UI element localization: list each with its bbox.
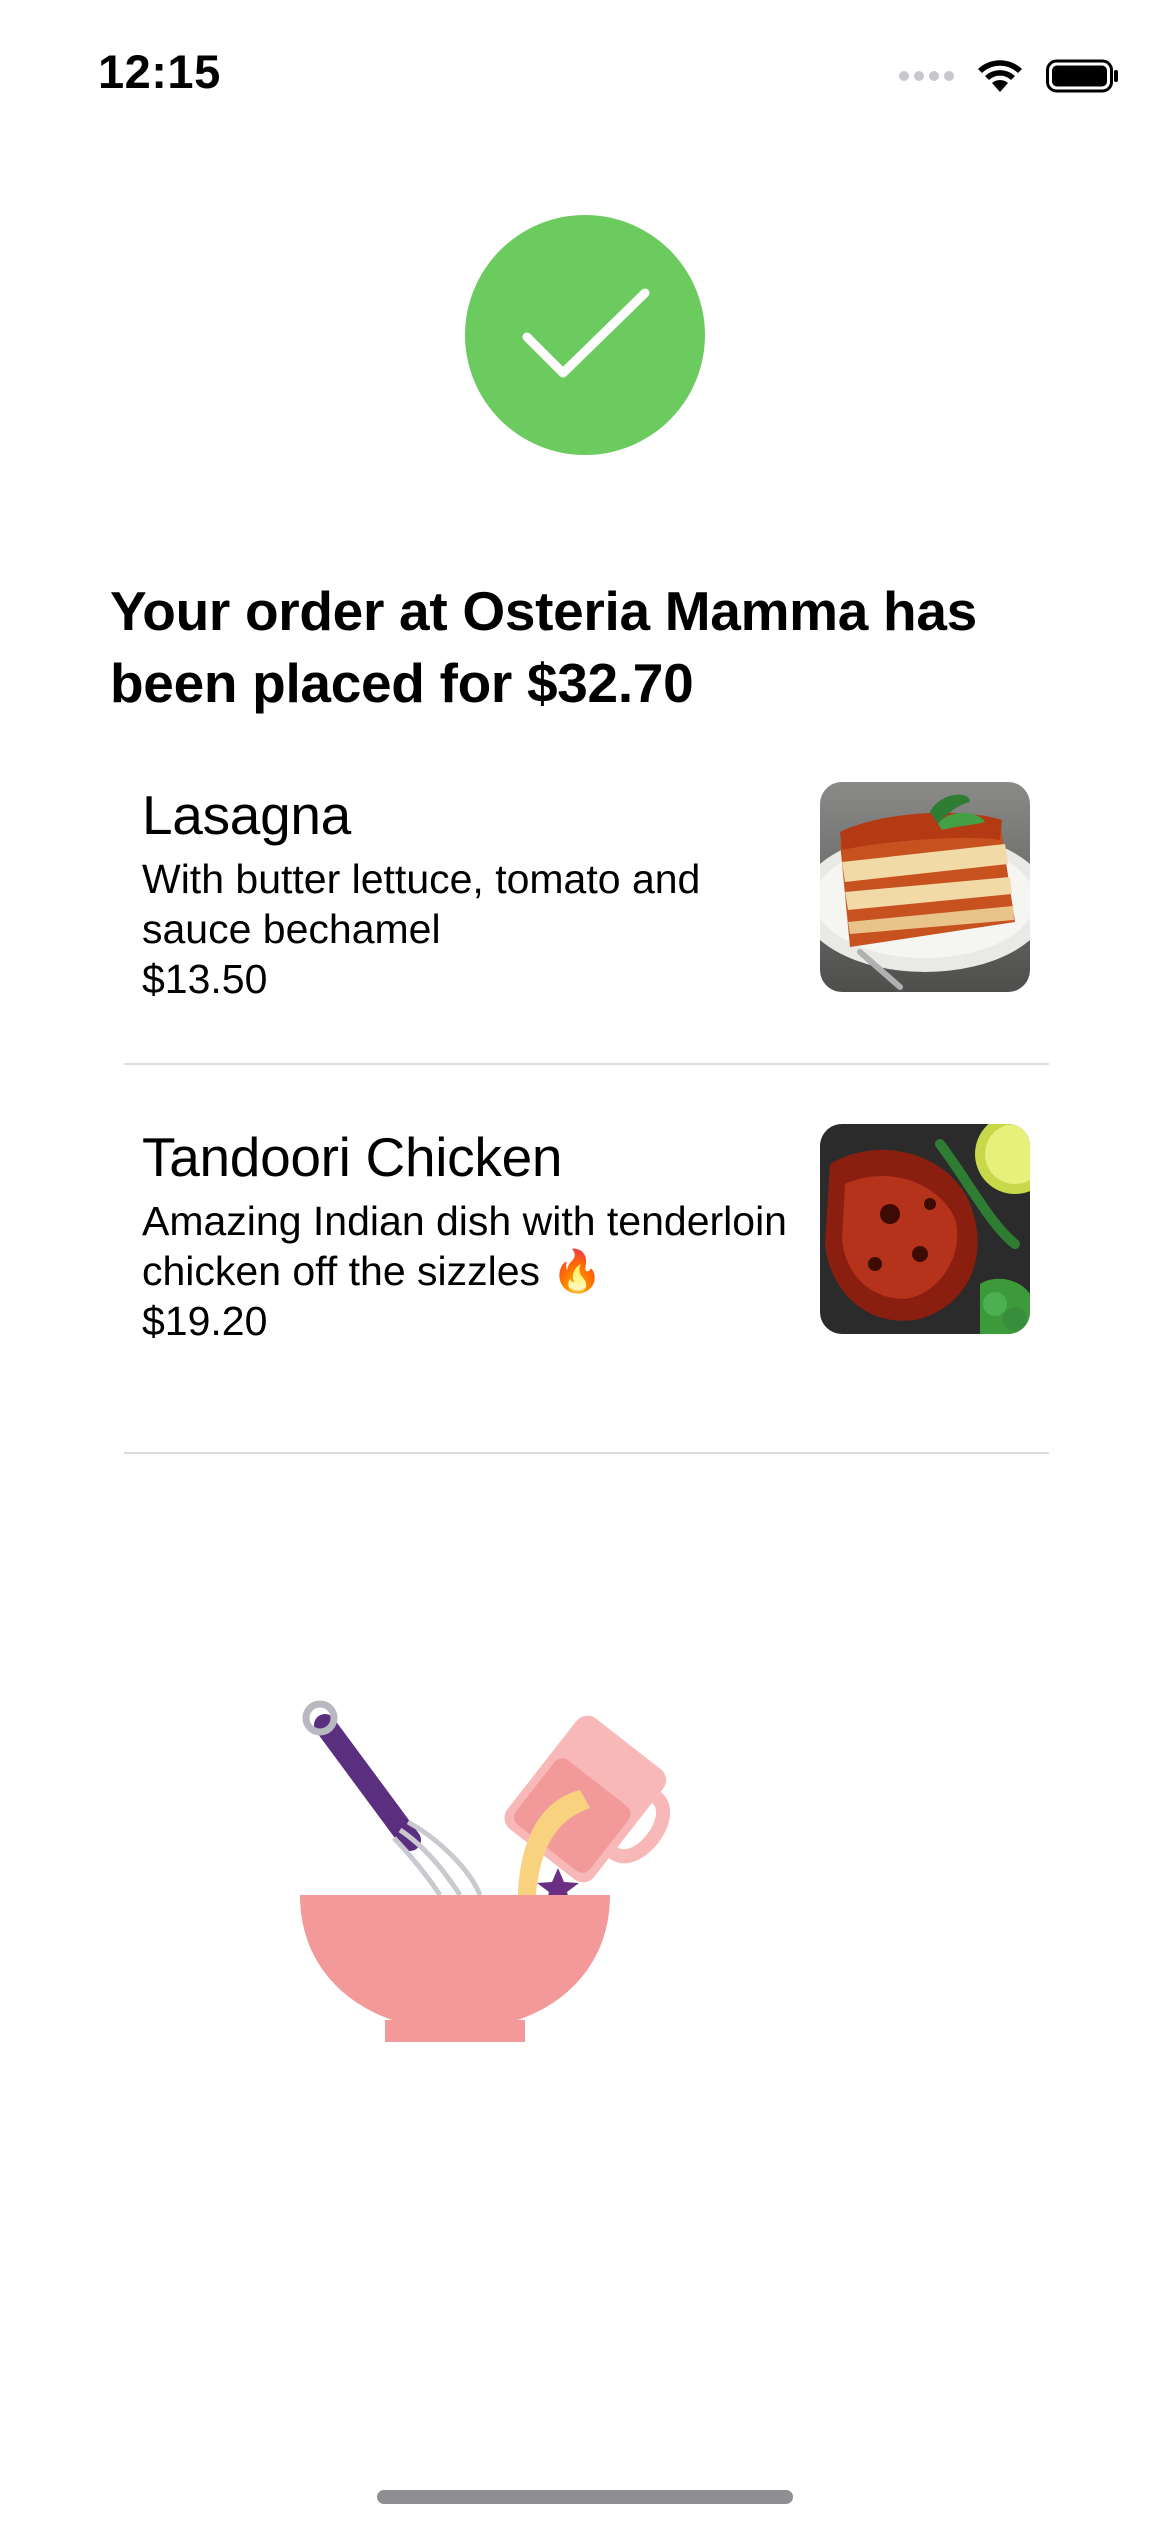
order-confirmation-heading: Your order at Osteria Mamma has been pla… [110, 580, 977, 714]
home-indicator[interactable] [377, 2490, 793, 2504]
cellular-signal-icon [899, 71, 954, 81]
status-bar: 12:15 [0, 0, 1170, 150]
mixing-bowl-illustration [290, 1680, 770, 2080]
item-description: With butter lettuce, tomato and sauce be… [142, 856, 701, 952]
success-check-icon [465, 215, 705, 455]
battery-icon [1046, 59, 1118, 93]
status-icons [899, 54, 1120, 98]
lasagna-photo [820, 782, 1030, 992]
item-description: Amazing Indian dish with tenderloin chic… [142, 1198, 787, 1294]
divider [124, 1063, 1049, 1065]
status-time: 12:15 [98, 45, 221, 98]
divider [124, 1452, 1049, 1454]
tandoori-chicken-photo [820, 1124, 1030, 1334]
wifi-icon [978, 60, 1022, 92]
